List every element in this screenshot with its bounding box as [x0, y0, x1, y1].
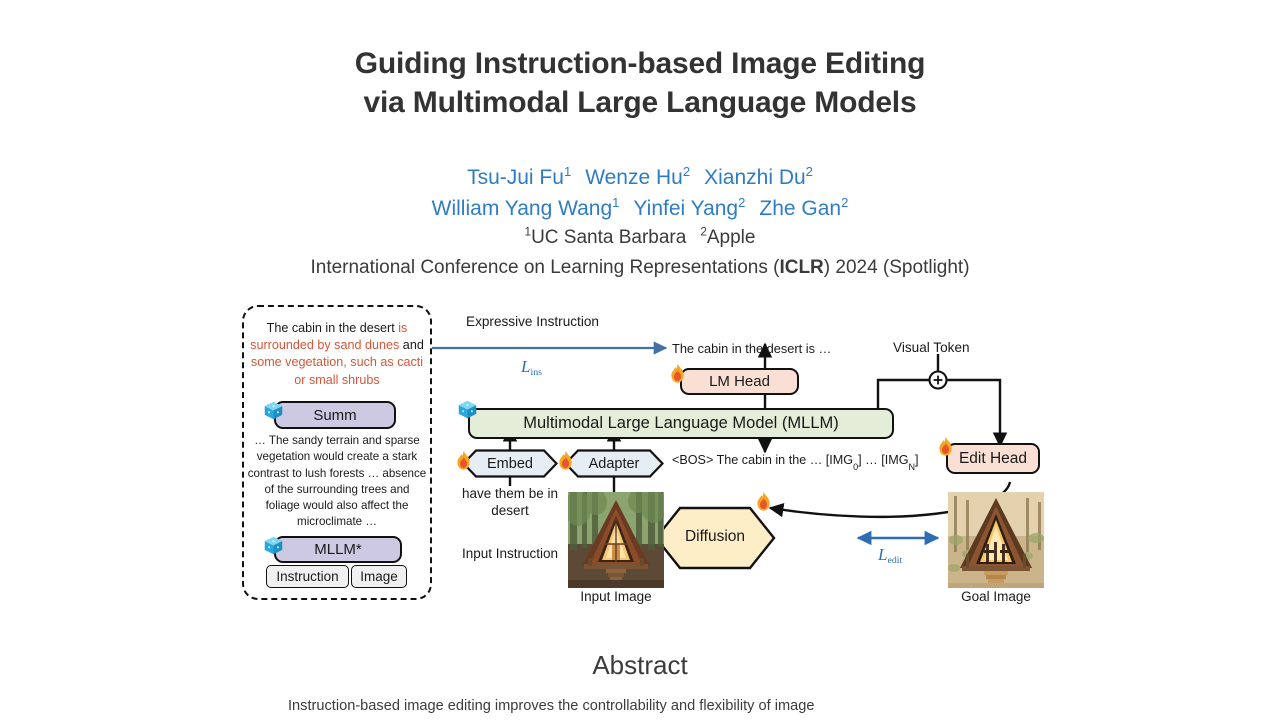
mllm-block[interactable]: Multimodal Large Language Model (MLLM) [468, 408, 894, 439]
title-line-1: Guiding Instruction-based Image Editing [354, 47, 926, 80]
fire-flame-icon [757, 491, 770, 511]
summ-block[interactable]: Summ [274, 401, 396, 429]
fire-flame-icon [559, 450, 572, 470]
author-name: Xianzhi Du [704, 166, 806, 189]
summary-text: … The sandy terrain and sparse vegetatio… [247, 434, 427, 529]
mllm-star-block[interactable]: MLLM* [274, 536, 402, 563]
edit-head-block[interactable]: Edit Head [946, 443, 1040, 474]
expr-seg-normal-1: The cabin in the desert [266, 321, 399, 335]
goal-image-thumbnail[interactable] [948, 492, 1044, 588]
author-affil-marker: 2 [805, 164, 813, 179]
author-affil-marker: 2 [841, 195, 849, 210]
loss-ins-label: Lins [521, 357, 542, 378]
embed-label: Embed [487, 455, 533, 472]
token-mid: ] … [IMG [858, 453, 909, 467]
instruction-label: Instruction [276, 569, 339, 584]
goal-image-artwork [948, 492, 1044, 588]
edit-head-label: Edit Head [958, 449, 1028, 467]
input-instruction-caption: Input Instruction [461, 546, 559, 561]
abstract-paragraph: Instruction-based image editing improves… [288, 698, 815, 714]
expressive-instruction-text: The cabin in the desert is surrounded by… [248, 320, 426, 389]
author-row-1: Tsu-Jui Fu1 Wenze Hu2 Xianzhi Du2 [0, 163, 1280, 193]
author-name: Tsu-Jui Fu [467, 166, 564, 189]
architecture-figure: The cabin in the desert is surrounded by… [238, 300, 1048, 608]
input-image-thumbnail[interactable] [568, 492, 664, 588]
loss-ins-subscript: ins [530, 367, 542, 378]
title-line-2: via Multimodal Large Language Models [363, 86, 917, 119]
lm-head-label: LM Head [709, 373, 770, 390]
fire-flame-icon [671, 363, 684, 383]
venue-suffix: ) 2024 (Spotlight) [823, 257, 970, 278]
adapter-label: Adapter [588, 455, 640, 472]
author-item[interactable]: Yinfei Yang2 [633, 195, 746, 220]
author-item[interactable]: Zhe Gan2 [759, 195, 849, 220]
affiliations: 1UC Santa Barbara 2Apple [0, 226, 1280, 249]
frozen-snowflake-cube-icon [264, 536, 283, 555]
author-item[interactable]: Xianzhi Du2 [704, 164, 813, 189]
lm-head-block[interactable]: LM Head [680, 368, 799, 395]
venue-prefix: International Conference on Learning Rep… [310, 257, 780, 278]
author-affil-marker: 1 [563, 164, 572, 179]
visual-token-label: Visual Token [893, 340, 970, 355]
output-instruction-text: The cabin in the desert is … [672, 341, 832, 356]
venue-line: International Conference on Learning Rep… [0, 257, 1280, 279]
author-name: William Yang Wang [431, 197, 613, 220]
input-image-caption: Input Image [580, 589, 652, 604]
mllm-star-label: MLLM* [314, 541, 362, 558]
image-subblock[interactable]: Image [351, 565, 407, 588]
mllm-label: Multimodal Large Language Model (MLLM) [523, 414, 839, 432]
loss-edit-label: Ledit [878, 545, 903, 566]
author-affil-marker: 2 [682, 164, 691, 179]
author-name: Zhe Gan [759, 197, 842, 220]
paper-page: Guiding Instruction-based Image Editing … [0, 0, 1280, 720]
expr-seg-highlight-2: some vegetation, such as cacti or small … [250, 355, 424, 387]
expr-seg-normal-2: and [399, 338, 424, 353]
fire-flame-icon [457, 450, 470, 470]
bos-token: <BOS> [672, 453, 714, 467]
frozen-snowflake-cube-icon [264, 401, 283, 420]
expressive-instruction-label: Expressive Instruction [466, 314, 599, 329]
input-instruction-text: have them be in desert [461, 486, 559, 518]
affiliation-item: 1UC Santa Barbara [525, 226, 687, 248]
image-label: Image [360, 569, 398, 584]
venue-acronym: ICLR [779, 257, 824, 278]
author-affil-marker: 2 [738, 195, 746, 210]
input-image-artwork [568, 492, 664, 588]
author-name: Yinfei Yang [633, 197, 739, 220]
token-end: ] [915, 453, 919, 467]
author-item[interactable]: Tsu-Jui Fu1 [467, 164, 572, 189]
affiliation-item: 2Apple [700, 226, 756, 248]
instruction-subblock[interactable]: Instruction [266, 565, 349, 588]
frozen-snowflake-cube-icon [458, 400, 477, 419]
page-title: Guiding Instruction-based Image Editing … [0, 44, 1280, 122]
affiliation-name: UC Santa Barbara [531, 227, 687, 248]
author-affil-marker: 1 [612, 195, 620, 210]
adapter-block[interactable]: Adapter [564, 449, 664, 478]
goal-image-caption: Goal Image [961, 589, 1031, 604]
embed-block[interactable]: Embed [462, 449, 558, 478]
abstract-heading: Abstract [592, 650, 688, 680]
affiliation-name: Apple [706, 227, 756, 248]
diffusion-label: Diffusion [684, 528, 746, 545]
author-row-2: William Yang Wang1 Yinfei Yang2 Zhe Gan2 [0, 194, 1280, 224]
fire-flame-icon [939, 436, 952, 456]
author-item[interactable]: William Yang Wang1 [431, 195, 620, 220]
token-text: The cabin in the … [IMG [713, 453, 854, 467]
author-name: Wenze Hu [585, 166, 683, 189]
loss-edit-subscript: edit [887, 555, 903, 566]
token-sequence: <BOS> The cabin in the … [IMG0] … [IMGN] [672, 453, 919, 472]
summ-label: Summ [313, 406, 357, 424]
author-item[interactable]: Wenze Hu2 [585, 164, 691, 189]
